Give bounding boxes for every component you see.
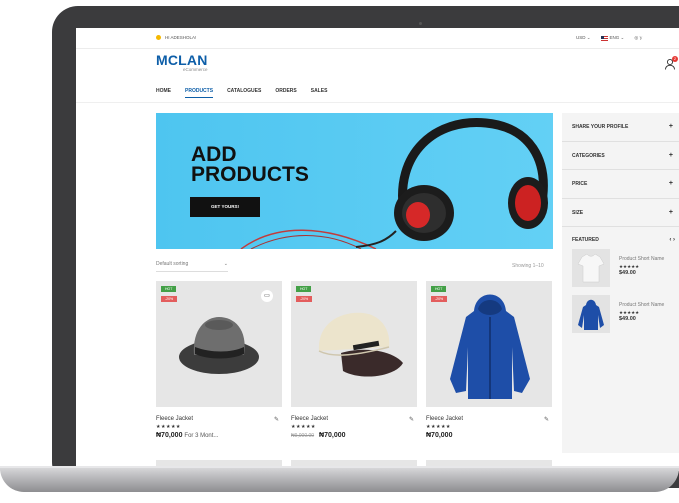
featured-item[interactable]: Product Short Name ★★★★★ $49.00 [562, 295, 679, 341]
blue-hoodie-icon [450, 294, 530, 399]
product-image[interactable]: HOT -20% ▭ [156, 281, 282, 407]
result-count: Showing 1–10 [512, 263, 544, 269]
featured-name: Product Short Name [619, 302, 665, 308]
product-card[interactable]: HOT -20% ▭ Fleece Jacket ✎ ★★★★★ ₦70,000… [156, 281, 282, 439]
rating-stars: ★★★★★ [426, 424, 451, 430]
product-name-text: Fleece Jacket [156, 416, 194, 422]
greeting-text: HI ADESHOLA! [165, 35, 197, 40]
featured-price: $49.00 [619, 270, 636, 276]
edit-pencil-icon[interactable]: ✎ [274, 416, 279, 423]
product-price: ₦70,000 For 3 Mont... [156, 432, 282, 439]
us-flag-icon [600, 35, 608, 41]
greeting: HI ADESHOLA! [156, 35, 196, 40]
product-price: ₦70,000 [426, 432, 552, 439]
sidebar-share-profile[interactable]: SHARE YOUR PROFILE + [562, 113, 679, 142]
main-nav: HOME PRODUCTS CATALOGUES ORDERS SALES [156, 88, 327, 98]
sidebar-categories[interactable]: CATEGORIES + [562, 142, 679, 170]
next-row-card [426, 460, 552, 466]
fedora-hat-icon [179, 317, 259, 374]
white-tshirt-icon [572, 249, 610, 287]
top-bar-controls: USD ⌄ ENG ⌄ ◎ 𝕪 [576, 35, 642, 41]
baseball-cap-icon [318, 312, 403, 377]
nav-orders[interactable]: ORDERS [275, 88, 296, 98]
featured-item[interactable]: Product Short Name ★★★★★ $49.00 [562, 249, 679, 295]
blue-hoodie-icon [572, 295, 610, 333]
currency-select[interactable]: USD ⌄ [576, 35, 591, 41]
webcam-dot [419, 22, 422, 25]
rating-stars: ★★★★★ [291, 424, 316, 430]
product-card[interactable]: HOT -20% Fleece Jacket ✎ ★★★★★ ₦9,000.00… [291, 281, 417, 439]
product-name-text: Fleece Jacket [291, 416, 329, 422]
notification-badge: 2 [672, 56, 678, 62]
product-image[interactable]: HOT -20% [426, 281, 552, 407]
chevron-down-icon: ⌄ [223, 261, 228, 267]
carousel-arrows-icon[interactable]: ‹ › [669, 237, 675, 243]
sidebar: SHARE YOUR PROFILE + CATEGORIES + PRICE + S… [562, 113, 679, 453]
price-suffix: For 3 Mont... [184, 433, 219, 439]
featured-title: FEATURED [572, 237, 599, 243]
product-name-text: Fleece Jacket [426, 416, 464, 422]
sort-label: Default sorting [156, 261, 189, 267]
product-name[interactable]: Fleece Jacket ✎ [156, 416, 282, 423]
social-icons[interactable]: ◎ 𝕪 [634, 35, 642, 41]
status-dot-icon [156, 35, 161, 40]
nav-catalogues[interactable]: CATALOGUES [227, 88, 261, 98]
nav-divider [76, 102, 679, 103]
sidebar-label: PRICE [572, 181, 588, 187]
top-bar: HI ADESHOLA! USD ⌄ ENG ⌄ ◎ 𝕪 [76, 28, 679, 49]
plus-icon[interactable]: + [669, 113, 673, 141]
price-value: ₦70,000 [156, 432, 183, 439]
sort-select[interactable]: Default sorting ⌄ [156, 261, 228, 272]
product-price: ₦9,000.00 ₦70,000 [291, 432, 417, 439]
sidebar-label: CATEGORIES [572, 152, 605, 159]
hero-banner: ADD PRODUCTS GET YOURS! [156, 113, 553, 249]
price-value: ₦70,000 [426, 432, 453, 439]
featured-heading: FEATURED ‹ › [562, 227, 679, 249]
product-name[interactable]: Fleece Jacket ✎ [426, 416, 552, 423]
headphones-image [240, 118, 548, 249]
edit-pencil-icon[interactable]: ✎ [409, 416, 414, 423]
price-value: ₦70,000 [319, 432, 346, 439]
plus-icon[interactable]: + [669, 199, 673, 227]
plus-icon[interactable]: + [669, 142, 673, 170]
sidebar-label: SHARE YOUR PROFILE [572, 124, 629, 130]
product-card[interactable]: HOT -20% Fleece Jacket ✎ ★★★★★ ₦70,000 [426, 281, 552, 439]
featured-price: $49.00 [619, 316, 636, 322]
rating-stars: ★★★★★ [156, 424, 181, 430]
next-row-card [291, 460, 417, 466]
nav-products[interactable]: PRODUCTS [185, 88, 214, 98]
sidebar-size[interactable]: SIZE + [562, 199, 679, 227]
nav-home[interactable]: HOME [156, 88, 171, 98]
featured-name: Product Short Name [619, 256, 665, 262]
next-row-card [156, 460, 282, 466]
language-label: ENG ⌄ [609, 35, 625, 40]
nav-sales[interactable]: SALES [311, 88, 328, 98]
edit-pencil-icon[interactable]: ✎ [544, 416, 549, 423]
sidebar-price[interactable]: PRICE + [562, 170, 679, 199]
sidebar-label: SIZE [572, 209, 584, 216]
site-logo[interactable]: MCLAN eCommerce [156, 53, 208, 72]
logo-wordmark: MCLAN [156, 52, 208, 68]
plus-icon[interactable]: + [669, 170, 673, 198]
language-select[interactable]: ENG ⌄ [600, 35, 625, 41]
product-image[interactable]: HOT -20% [291, 281, 417, 407]
browser-screen: HI ADESHOLA! USD ⌄ ENG ⌄ ◎ 𝕪 MCLAN eComm… [76, 28, 679, 466]
laptop-base [0, 468, 679, 492]
product-name[interactable]: Fleece Jacket ✎ [291, 416, 417, 423]
old-price: ₦9,000.00 [291, 433, 315, 439]
